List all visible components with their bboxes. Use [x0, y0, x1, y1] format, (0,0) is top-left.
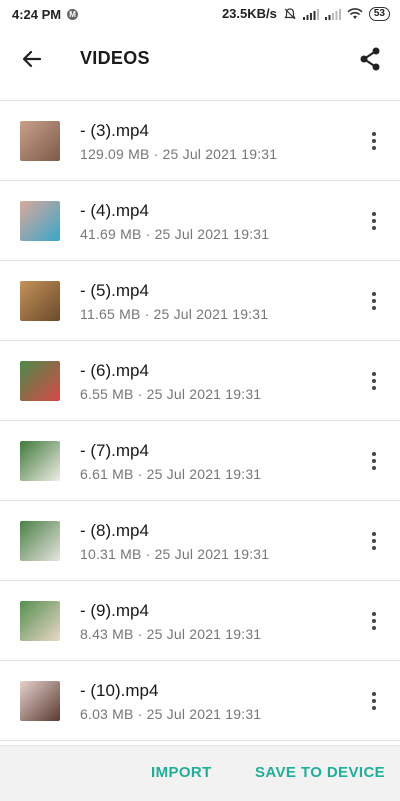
video-meta: 129.09 MB · 25 Jul 2021 19:31	[80, 146, 278, 162]
video-name: - (4).mp4	[80, 201, 149, 220]
more-options-button[interactable]	[362, 609, 386, 633]
video-name: - (8).mp4	[80, 521, 149, 540]
video-meta: 6.03 MB · 25 Jul 2021 19:31	[80, 706, 262, 722]
list-item[interactable]: - (6).mp4 6.55 MB · 25 Jul 2021 19:31	[0, 341, 400, 421]
video-meta: 6.61 MB · 25 Jul 2021 19:31	[80, 466, 262, 482]
more-vert-icon	[372, 612, 376, 630]
notification-icon: M	[67, 9, 79, 20]
video-thumbnail[interactable]	[20, 601, 60, 641]
video-thumbnail[interactable]	[20, 201, 60, 241]
signal-icon	[302, 8, 319, 20]
video-thumbnail[interactable]	[20, 361, 60, 401]
video-name: - (10).mp4	[80, 681, 159, 700]
status-bar: 4:24 PM M 23.5KB/s 53	[0, 0, 400, 28]
network-speed: 23.5KB/s	[221, 6, 277, 21]
save-to-device-button[interactable]: SAVE TO DEVICE	[255, 764, 385, 781]
list-item[interactable]: - (10).mp4 6.03 MB · 25 Jul 2021 19:31	[0, 661, 400, 741]
more-options-button[interactable]	[362, 529, 386, 553]
video-name: - (3).mp4	[80, 121, 149, 140]
more-vert-icon	[372, 532, 376, 550]
more-vert-icon	[372, 292, 376, 310]
signal-icon-2	[324, 8, 341, 20]
mute-bell-icon	[284, 7, 296, 19]
share-icon	[360, 47, 380, 71]
back-button[interactable]	[16, 43, 48, 75]
video-meta: 8.43 MB · 25 Jul 2021 19:31	[80, 626, 262, 642]
share-button[interactable]	[354, 43, 386, 75]
list-item[interactable]: - (3).mp4 129.09 MB · 25 Jul 2021 19:31	[0, 101, 400, 181]
more-vert-icon	[372, 212, 376, 230]
more-options-button[interactable]	[362, 129, 386, 153]
video-meta: 41.69 MB · 25 Jul 2021 19:31	[80, 226, 270, 242]
arrow-left-icon	[22, 50, 42, 68]
video-name: - (7).mp4	[80, 441, 149, 460]
more-vert-icon	[372, 692, 376, 710]
wifi-icon	[347, 7, 363, 19]
list-item[interactable]: - (7).mp4 6.61 MB · 25 Jul 2021 19:31	[0, 421, 400, 501]
import-button[interactable]: IMPORT	[151, 764, 212, 781]
more-options-button[interactable]	[362, 449, 386, 473]
more-options-button[interactable]	[362, 209, 386, 233]
more-options-button[interactable]	[362, 289, 386, 313]
video-name: - (5).mp4	[80, 281, 149, 300]
video-meta: 6.55 MB · 25 Jul 2021 19:31	[80, 386, 262, 402]
video-name: - (9).mp4	[80, 601, 149, 620]
video-thumbnail[interactable]	[20, 281, 60, 321]
more-vert-icon	[372, 452, 376, 470]
video-thumbnail[interactable]	[20, 441, 60, 481]
more-vert-icon	[372, 132, 376, 150]
row-divider	[0, 740, 400, 741]
more-options-button[interactable]	[362, 689, 386, 713]
more-options-button[interactable]	[362, 369, 386, 393]
list-item[interactable]: - (9).mp4 8.43 MB · 25 Jul 2021 19:31	[0, 581, 400, 661]
video-name: - (6).mp4	[80, 361, 149, 380]
list-item[interactable]: - (8).mp4 10.31 MB · 25 Jul 2021 19:31	[0, 501, 400, 581]
more-vert-icon	[372, 372, 376, 390]
list-item[interactable]: - (4).mp4 41.69 MB · 25 Jul 2021 19:31	[0, 181, 400, 261]
video-thumbnail[interactable]	[20, 121, 60, 161]
video-meta: 11.65 MB · 25 Jul 2021 19:31	[80, 306, 269, 322]
status-time: 4:24 PM	[12, 7, 62, 22]
video-thumbnail[interactable]	[20, 681, 60, 721]
app-bar: VIDEOS	[0, 28, 400, 90]
list-item[interactable]: - (5).mp4 11.65 MB · 25 Jul 2021 19:31	[0, 261, 400, 341]
video-thumbnail[interactable]	[20, 521, 60, 561]
video-meta: 10.31 MB · 25 Jul 2021 19:31	[80, 546, 270, 562]
page-title: VIDEOS	[80, 48, 150, 68]
bottom-action-bar: IMPORT SAVE TO DEVICE	[0, 745, 400, 801]
battery-indicator: 53	[368, 6, 390, 21]
